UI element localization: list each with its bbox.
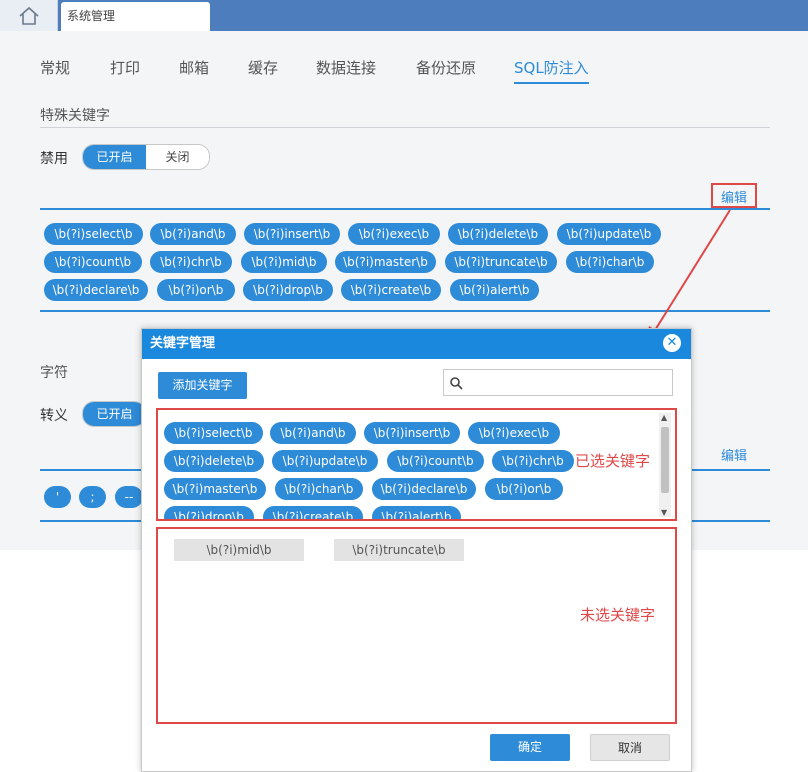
search-icon bbox=[450, 377, 463, 390]
selected-keywords-annotation: 已选关键字 bbox=[575, 450, 651, 471]
search-input[interactable] bbox=[443, 369, 673, 396]
dialog-title: 关键字管理 bbox=[150, 336, 216, 351]
cancel-button[interactable]: 取消 bbox=[590, 734, 670, 761]
confirm-button[interactable]: 确定 bbox=[490, 734, 570, 761]
unselected-keywords-highlight bbox=[156, 527, 677, 724]
unselected-keywords-annotation: 未选关键字 bbox=[580, 606, 656, 624]
dialog-header: 关键字管理 bbox=[142, 329, 691, 359]
add-keyword-button[interactable]: 添加关键字 bbox=[158, 372, 247, 399]
close-icon[interactable]: ✕ bbox=[663, 334, 681, 352]
